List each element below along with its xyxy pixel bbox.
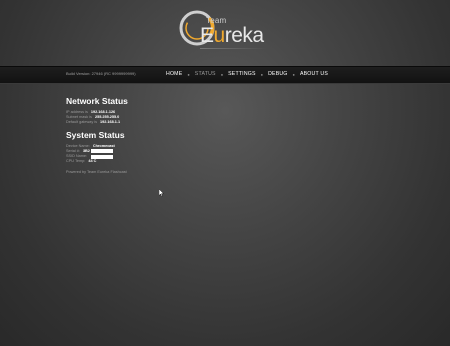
logo-eureka-text: Eureka (200, 24, 264, 47)
nav-settings[interactable]: SETTINGS (228, 71, 256, 77)
system-status-title: System Status (66, 129, 125, 140)
nav-separator: ● (292, 71, 295, 77)
nav-debug[interactable]: DEBUG (268, 71, 287, 77)
default-gateway-label: Default gateway is (66, 120, 98, 125)
nav-separator: ● (260, 71, 264, 77)
nav-separator: ● (220, 71, 224, 77)
redacted-ssid-block (91, 154, 114, 159)
powered-by-text: Powered by Team Eureka Flashcast (66, 170, 127, 175)
mouse-cursor-icon (159, 189, 165, 197)
redacted-serial-block (90, 149, 113, 154)
cpu-temp-label: CPU Temp: (66, 159, 86, 164)
main-content: Network Status IP address is 192.168.1.1… (66, 96, 128, 174)
header: Team Eureka (0, 0, 450, 66)
cpu-temp-row: CPU Temp: 44 C (66, 159, 128, 164)
navbar: Build Version: 27946 (RC 9999999999) HOM… (0, 66, 450, 84)
default-gateway-row: Default gateway is 192.168.1.1 (66, 120, 128, 125)
main-nav: HOME ● STATUS ● SETTINGS ● DEBUG ● ABOUT… (166, 71, 328, 77)
logo-underline (200, 48, 266, 49)
nav-about-us[interactable]: ABOUT US (300, 71, 328, 77)
nav-home[interactable]: HOME (166, 71, 182, 77)
default-gateway-value: 192.168.1.1 (100, 120, 121, 125)
build-version: Build Version: 27946 (RC 9999999999) (66, 71, 136, 76)
nav-status[interactable]: STATUS (195, 71, 216, 77)
team-eureka-logo: Team Eureka (178, 6, 268, 54)
device-name-value: Chromecast (92, 143, 115, 148)
cpu-temp-value: 44 C (88, 159, 97, 164)
network-status-title: Network Status (66, 96, 128, 106)
nav-separator: ● (187, 71, 190, 77)
